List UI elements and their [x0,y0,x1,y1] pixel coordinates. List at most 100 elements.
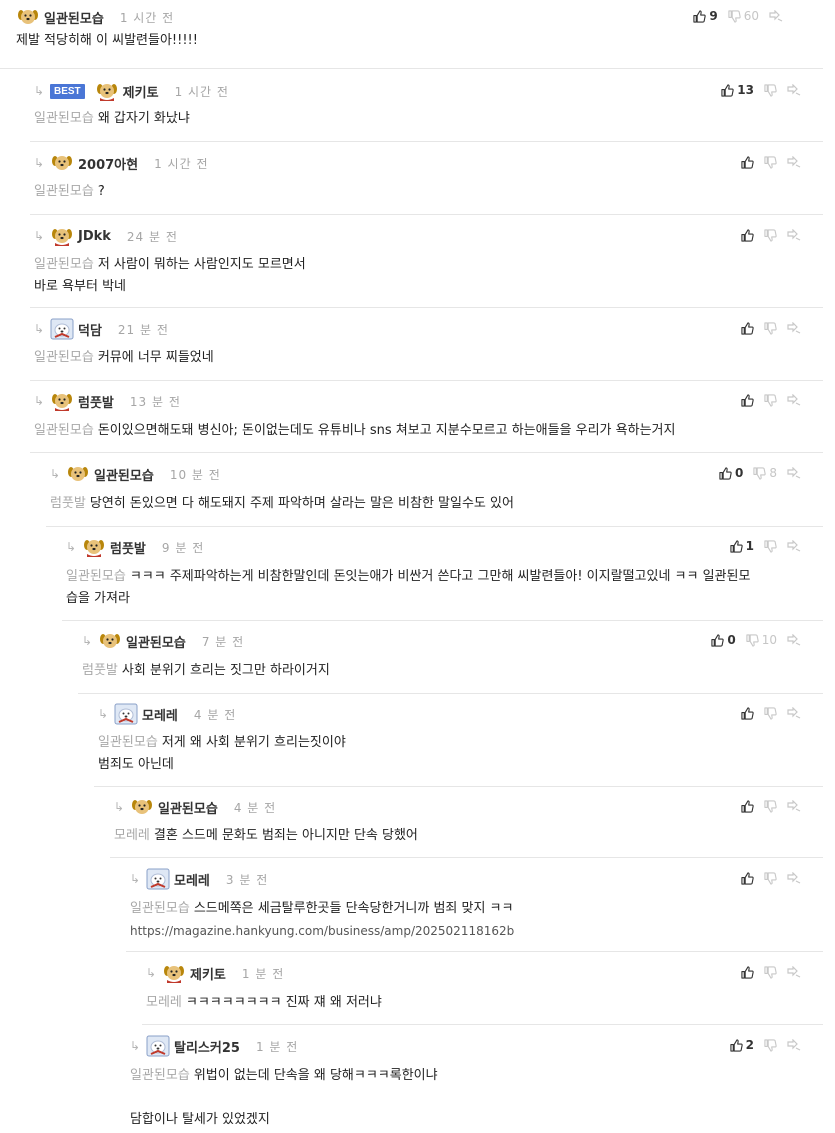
vote-controls: 13 [715,81,801,99]
mention-link[interactable]: 일관된모습 [34,423,94,438]
avatar[interactable] [98,630,122,652]
comment-author[interactable]: 럼풋발 [110,538,146,557]
report-button[interactable] [787,394,801,406]
upvote-button[interactable] [741,155,754,169]
comment-author[interactable]: 일관된모습 [126,632,186,651]
mention-link[interactable]: 일관된모습 [34,111,94,126]
avatar[interactable] [146,868,170,890]
comment-author[interactable]: 덕담 [78,320,102,339]
upvote-button[interactable]: 0 [719,466,743,480]
avatar[interactable] [50,152,74,174]
upvote-button[interactable] [741,965,754,979]
downvote-button[interactable] [764,799,777,813]
thumbs-up-icon [741,228,754,242]
mention-link[interactable]: 일관된모습 [34,350,94,365]
downvote-button[interactable]: 8 [753,466,777,480]
comment-link[interactable]: https://magazine.hankyung.com/business/a… [130,920,514,942]
report-button[interactable] [787,707,801,719]
downvote-button[interactable] [764,83,777,97]
thumbs-up-icon [741,799,754,813]
upvote-button[interactable] [741,321,754,335]
vote-controls: 1 [724,537,801,555]
comment-author[interactable]: 럼풋발 [78,392,114,411]
comment-author[interactable]: 일관된모습 [94,465,154,484]
mention-link[interactable]: 일관된모습 [130,1068,190,1083]
avatar[interactable] [50,225,74,247]
downvote-button[interactable]: 60 [728,9,759,23]
avatar[interactable] [66,463,90,485]
upvote-button[interactable] [741,871,754,885]
report-button[interactable] [787,1039,801,1051]
report-button[interactable] [787,229,801,241]
report-icon [787,1039,801,1051]
upvote-button[interactable]: 2 [730,1038,754,1052]
comment-text: 제발 적당히해 이 씨발련들아!!!!! [16,33,198,48]
reply-arrow-icon: ↳ [34,322,45,336]
avatar[interactable] [50,390,74,412]
comment-author[interactable]: 2007아현 [78,154,138,173]
report-button[interactable] [787,800,801,812]
mention-link[interactable]: 일관된모습 [34,257,94,272]
avatar[interactable] [114,703,138,725]
mention-link[interactable]: 일관된모습 [130,901,190,916]
comment-author[interactable]: 모레레 [174,870,210,889]
report-icon [787,322,801,334]
report-button[interactable] [787,966,801,978]
report-button[interactable] [787,84,801,96]
upvote-button[interactable] [741,799,754,813]
mention-link[interactable]: 일관된모습 [34,184,94,199]
downvote-button[interactable] [764,1038,777,1052]
downvote-button[interactable] [764,965,777,979]
comment-time: 13 분 전 [129,394,181,409]
upvote-button[interactable]: 9 [693,9,718,23]
report-icon [787,872,801,884]
downvote-button[interactable] [764,706,777,720]
avatar[interactable] [16,6,40,28]
comment-divider [30,452,823,453]
downvote-button[interactable] [764,228,777,242]
mention-link[interactable]: 일관된모습 [66,569,126,584]
report-button[interactable] [769,10,783,22]
comment-author[interactable]: JDkk [78,229,111,244]
avatar[interactable] [146,1035,170,1057]
comment-author[interactable]: 일관된모습 [44,8,104,27]
mention-link[interactable]: 모레레 [146,995,182,1010]
comment-body: 일관된모습 커뮤에 너무 찌들었네 [34,347,214,369]
downvote-button[interactable] [764,539,777,553]
report-button[interactable] [787,156,801,168]
thumbs-down-icon [764,965,777,979]
report-button[interactable] [787,634,801,646]
downvote-count: 60 [743,9,759,23]
avatar[interactable] [82,536,106,558]
mention-link[interactable]: 일관된모습 [98,735,158,750]
avatar[interactable] [95,80,119,102]
avatar[interactable] [162,962,186,984]
report-button[interactable] [787,540,801,552]
comment-author[interactable]: 제키토 [190,964,226,983]
comment-divider [30,214,823,215]
upvote-button[interactable] [741,393,754,407]
downvote-button[interactable]: 10 [746,633,777,647]
downvote-button[interactable] [764,155,777,169]
downvote-button[interactable] [764,321,777,335]
comment-author[interactable]: 제키토 [123,82,159,101]
upvote-button[interactable]: 13 [721,83,754,97]
report-button[interactable] [787,872,801,884]
report-button[interactable] [787,322,801,334]
mention-link[interactable]: 럼풋발 [50,496,86,511]
avatar[interactable] [50,318,74,340]
upvote-button[interactable]: 1 [730,539,754,553]
report-icon [787,394,801,406]
mention-link[interactable]: 럼풋발 [82,663,118,678]
upvote-button[interactable] [741,228,754,242]
downvote-button[interactable] [764,393,777,407]
comment-author[interactable]: 일관된모습 [158,798,218,817]
report-button[interactable] [787,467,801,479]
downvote-button[interactable] [764,871,777,885]
comment-author[interactable]: 탈리스커25 [174,1037,240,1056]
avatar[interactable] [130,796,154,818]
comment-author[interactable]: 모레레 [142,705,178,724]
upvote-button[interactable] [741,706,754,720]
upvote-button[interactable]: 0 [711,633,736,647]
mention-link[interactable]: 모레레 [114,828,150,843]
